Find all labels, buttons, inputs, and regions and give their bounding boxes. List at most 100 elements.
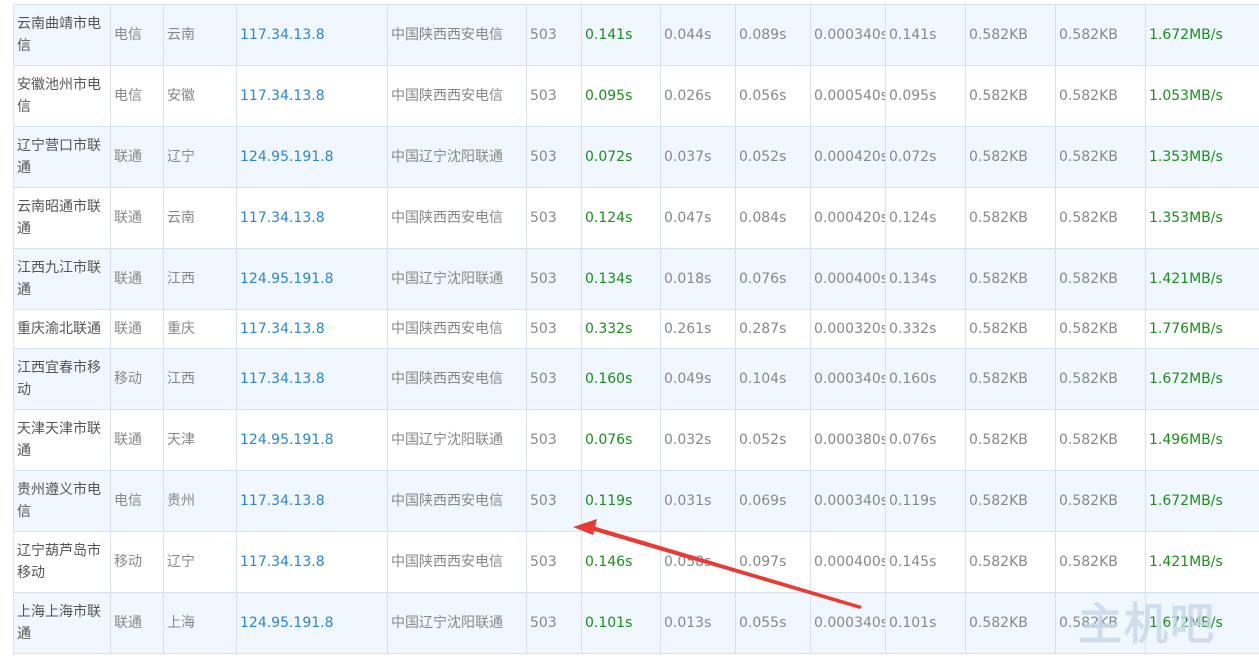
watermark-logo: 主机吧 (1078, 599, 1216, 650)
cell-status-code: 503 (526, 531, 582, 593)
cell-response-time: 0.119s (885, 470, 966, 532)
cell-page-size: 0.582KB (1055, 4, 1146, 66)
table-row: 江西九江市联通 联通 江西 124.95.191.8 中国辽宁沈阳联通 503 0.134s… (13, 248, 1259, 310)
cell-download-speed: 1.776MB/s (1145, 309, 1259, 349)
cell-ip[interactable]: 117.34.13.8 (236, 531, 388, 593)
cell-total-time: 0.160s (581, 348, 661, 410)
cell-status-code: 503 (526, 348, 582, 410)
cell-ip[interactable]: 117.34.13.8 (236, 187, 388, 249)
speed-test-results-table: 云南曲靖市电信 电信 云南 117.34.13.8 中国陕西西安电信 503 0.141s 0… (13, 4, 1259, 654)
cell-connect-time: 0.076s (735, 248, 811, 310)
cell-ip-location: 中国陕西西安电信 (387, 348, 527, 410)
cell-total-time: 0.076s (581, 409, 661, 471)
cell-dns-time: 0.044s (660, 4, 736, 66)
cell-province: 贵州 (163, 470, 237, 532)
cell-download-time: 0.000320s (810, 309, 886, 349)
cell-connect-time: 0.084s (735, 187, 811, 249)
cell-ip[interactable]: 124.95.191.8 (236, 126, 388, 188)
cell-download-time: 0.000420s (810, 126, 886, 188)
cell-ip-location: 中国辽宁沈阳联通 (387, 592, 527, 654)
cell-header-size: 0.582KB (965, 470, 1056, 532)
table-row: 江西宜春市移动 移动 江西 117.34.13.8 中国陕西西安电信 503 0.160s 0… (13, 348, 1259, 410)
cell-response-time: 0.134s (885, 248, 966, 310)
cell-download-time: 0.000340s (810, 348, 886, 410)
cell-dns-time: 0.261s (660, 309, 736, 349)
cell-connect-time: 0.069s (735, 470, 811, 532)
cell-ip[interactable]: 124.95.191.8 (236, 248, 388, 310)
cell-isp: 联通 (110, 309, 164, 349)
cell-ip[interactable]: 117.34.13.8 (236, 348, 388, 410)
cell-page-size: 0.582KB (1055, 531, 1146, 593)
cell-ip[interactable]: 124.95.191.8 (236, 592, 388, 654)
cell-header-size: 0.582KB (965, 592, 1056, 654)
cell-connect-time: 0.104s (735, 348, 811, 410)
cell-location: 辽宁葫芦岛市移动 (13, 531, 111, 593)
cell-page-size: 0.582KB (1055, 309, 1146, 349)
cell-dns-time: 0.018s (660, 248, 736, 310)
cell-response-time: 0.101s (885, 592, 966, 654)
cell-download-time: 0.000540s (810, 65, 886, 127)
cell-status-code: 503 (526, 65, 582, 127)
cell-ip[interactable]: 117.34.13.8 (236, 470, 388, 532)
cell-isp: 联通 (110, 187, 164, 249)
cell-page-size: 0.582KB (1055, 187, 1146, 249)
cell-ip[interactable]: 117.34.13.8 (236, 4, 388, 66)
table-row: 天津天津市联通 联通 天津 124.95.191.8 中国辽宁沈阳联通 503 0.076s… (13, 409, 1259, 471)
cell-dns-time: 0.058s (660, 531, 736, 593)
cell-header-size: 0.582KB (965, 187, 1056, 249)
cell-isp: 电信 (110, 470, 164, 532)
cell-download-speed: 1.672MB/s (1145, 348, 1259, 410)
cell-download-speed: 1.672MB/s (1145, 4, 1259, 66)
cell-dns-time: 0.037s (660, 126, 736, 188)
cell-location: 安徽池州市电信 (13, 65, 111, 127)
cell-total-time: 0.134s (581, 248, 661, 310)
cell-province: 云南 (163, 187, 237, 249)
cell-location: 重庆渝北联通 (13, 309, 111, 349)
cell-connect-time: 0.287s (735, 309, 811, 349)
cell-province: 辽宁 (163, 531, 237, 593)
cell-status-code: 503 (526, 592, 582, 654)
cell-isp: 电信 (110, 65, 164, 127)
table-row: 贵州遵义市电信 电信 贵州 117.34.13.8 中国陕西西安电信 503 0.119s 0… (13, 470, 1259, 532)
cell-location: 江西宜春市移动 (13, 348, 111, 410)
table-row: 辽宁营口市联通 联通 辽宁 124.95.191.8 中国辽宁沈阳联通 503 0.072s… (13, 126, 1259, 188)
cell-ip-location: 中国陕西西安电信 (387, 4, 527, 66)
cell-page-size: 0.582KB (1055, 248, 1146, 310)
cell-header-size: 0.582KB (965, 248, 1056, 310)
cell-download-speed: 1.353MB/s (1145, 187, 1259, 249)
table-row: 重庆渝北联通 联通 重庆 117.34.13.8 中国陕西西安电信 503 0.332s 0.… (13, 309, 1259, 349)
cell-total-time: 0.095s (581, 65, 661, 127)
cell-total-time: 0.124s (581, 187, 661, 249)
cell-download-speed: 1.496MB/s (1145, 409, 1259, 471)
cell-download-time: 0.000420s (810, 187, 886, 249)
cell-response-time: 0.095s (885, 65, 966, 127)
cell-ip[interactable]: 117.34.13.8 (236, 309, 388, 349)
cell-download-speed: 1.053MB/s (1145, 65, 1259, 127)
results-table-wrap: 云南曲靖市电信 电信 云南 117.34.13.8 中国陕西西安电信 503 0.141s 0… (13, 4, 1259, 654)
table-row: 云南昭通市联通 联通 云南 117.34.13.8 中国陕西西安电信 503 0.124s 0… (13, 187, 1259, 249)
cell-location: 上海上海市联通 (13, 592, 111, 654)
cell-total-time: 0.072s (581, 126, 661, 188)
cell-ip[interactable]: 117.34.13.8 (236, 65, 388, 127)
cell-download-time: 0.000400s (810, 531, 886, 593)
cell-province: 安徽 (163, 65, 237, 127)
cell-response-time: 0.124s (885, 187, 966, 249)
table-row: 辽宁葫芦岛市移动 移动 辽宁 117.34.13.8 中国陕西西安电信 503 0.146s… (13, 531, 1259, 593)
cell-response-time: 0.072s (885, 126, 966, 188)
cell-province: 重庆 (163, 309, 237, 349)
results-table-body: 云南曲靖市电信 电信 云南 117.34.13.8 中国陕西西安电信 503 0.141s 0… (13, 4, 1259, 654)
cell-connect-time: 0.097s (735, 531, 811, 593)
cell-ip[interactable]: 124.95.191.8 (236, 409, 388, 471)
cell-status-code: 503 (526, 248, 582, 310)
cell-ip-location: 中国陕西西安电信 (387, 531, 527, 593)
cell-province: 上海 (163, 592, 237, 654)
cell-header-size: 0.582KB (965, 309, 1056, 349)
cell-ip-location: 中国辽宁沈阳联通 (387, 126, 527, 188)
cell-ip-location: 中国陕西西安电信 (387, 309, 527, 349)
cell-isp: 联通 (110, 592, 164, 654)
cell-response-time: 0.141s (885, 4, 966, 66)
cell-total-time: 0.101s (581, 592, 661, 654)
cell-total-time: 0.146s (581, 531, 661, 593)
cell-download-speed: 1.353MB/s (1145, 126, 1259, 188)
cell-location: 天津天津市联通 (13, 409, 111, 471)
